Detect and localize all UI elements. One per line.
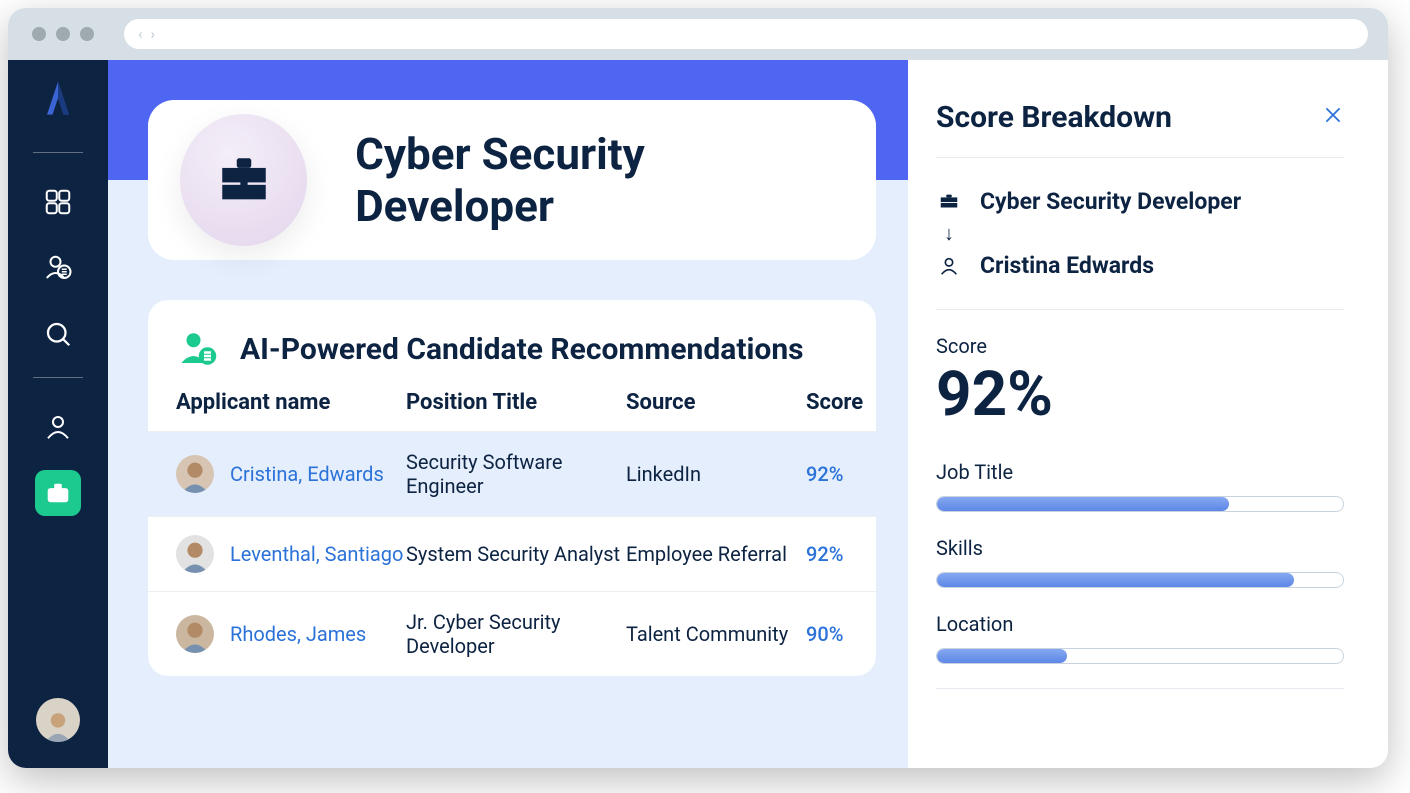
progress-bar — [936, 496, 1344, 512]
app-logo — [36, 76, 80, 124]
briefcase-icon — [936, 191, 962, 213]
job-title: Cyber Security Developer — [355, 128, 836, 232]
sidebar-item-user[interactable] — [35, 404, 81, 450]
window-dot[interactable] — [80, 27, 94, 41]
metric: Skills — [936, 536, 1344, 588]
avatar — [176, 535, 214, 573]
source: LinkedIn — [626, 462, 806, 486]
col-name: Applicant name — [176, 390, 406, 415]
metric-label: Location — [936, 612, 1344, 636]
table-header: Applicant name Position Title Source Sco… — [148, 390, 876, 431]
avatar — [176, 455, 214, 493]
source: Employee Referral — [626, 542, 806, 566]
score-breakdown-panel: Score Breakdown — [908, 60, 1388, 768]
col-source: Source — [626, 390, 806, 415]
current-user-avatar[interactable] — [36, 698, 80, 742]
chevron-right-icon[interactable]: › — [151, 25, 156, 43]
url-bar[interactable]: ‹ › — [124, 19, 1368, 49]
applicant-name[interactable]: Rhodes, James — [230, 621, 366, 648]
sidebar-divider — [33, 152, 83, 153]
score-label: Score — [936, 334, 1344, 358]
traffic-lights — [32, 27, 94, 41]
breakdown-job-title: Cyber Security Developer — [980, 188, 1241, 215]
col-position: Position Title — [406, 390, 626, 415]
metric: Location — [936, 612, 1344, 664]
position-title: Security Software Engineer — [406, 450, 626, 498]
window-dot[interactable] — [32, 27, 46, 41]
col-score: Score — [806, 390, 876, 415]
progress-bar — [936, 572, 1344, 588]
metric-label: Skills — [936, 536, 1344, 560]
table-row[interactable]: Cristina, Edwards Security Software Engi… — [148, 431, 876, 516]
source: Talent Community — [626, 622, 806, 646]
applicant-name[interactable]: Leventhal, Santiago — [230, 541, 403, 568]
arrow-down-icon: ↓ — [936, 221, 962, 246]
sidebar-divider — [33, 377, 83, 378]
chevron-left-icon[interactable]: ‹ — [138, 25, 143, 43]
candidate-list-icon — [176, 328, 218, 370]
window-dot[interactable] — [56, 27, 70, 41]
sidebar-item-jobs[interactable] — [35, 470, 81, 516]
position-title: Jr. Cyber Security Developer — [406, 610, 626, 658]
titlebar: ‹ › — [8, 8, 1388, 60]
card-title: AI-Powered Candidate Recommendations — [240, 332, 804, 367]
close-icon[interactable] — [1322, 103, 1344, 133]
score: 92% — [806, 462, 876, 486]
score-value: 92% — [936, 364, 1344, 426]
sidebar — [8, 60, 108, 768]
score: 92% — [806, 542, 876, 566]
breakdown-candidate: Cristina Edwards — [980, 252, 1154, 279]
panel-title: Score Breakdown — [936, 100, 1172, 135]
metric-label: Job Title — [936, 460, 1344, 484]
sidebar-item-person-list[interactable] — [35, 245, 81, 291]
avatar — [176, 615, 214, 653]
user-icon — [936, 255, 962, 277]
table-row[interactable]: Rhodes, James Jr. Cyber Security Develop… — [148, 591, 876, 676]
app-window: ‹ › — [8, 8, 1388, 768]
progress-bar — [936, 648, 1344, 664]
sidebar-item-search[interactable] — [35, 311, 81, 357]
applicant-name[interactable]: Cristina, Edwards — [230, 461, 384, 488]
position-title: System Security Analyst — [406, 542, 626, 566]
table-row[interactable]: Leventhal, Santiago System Security Anal… — [148, 516, 876, 591]
recommendations-card: AI-Powered Candidate Recommendations App… — [148, 300, 876, 676]
briefcase-icon — [180, 114, 307, 246]
sidebar-item-grid[interactable] — [35, 179, 81, 225]
nav-arrows[interactable]: ‹ › — [138, 25, 155, 43]
main-content: Cyber Security Developer AI-Powered Cand… — [108, 60, 908, 768]
job-header: Cyber Security Developer — [148, 100, 876, 260]
score: 90% — [806, 622, 876, 646]
breakdown-context: Cyber Security Developer ↓ Cristina Edwa… — [936, 158, 1344, 309]
metric: Job Title — [936, 460, 1344, 512]
